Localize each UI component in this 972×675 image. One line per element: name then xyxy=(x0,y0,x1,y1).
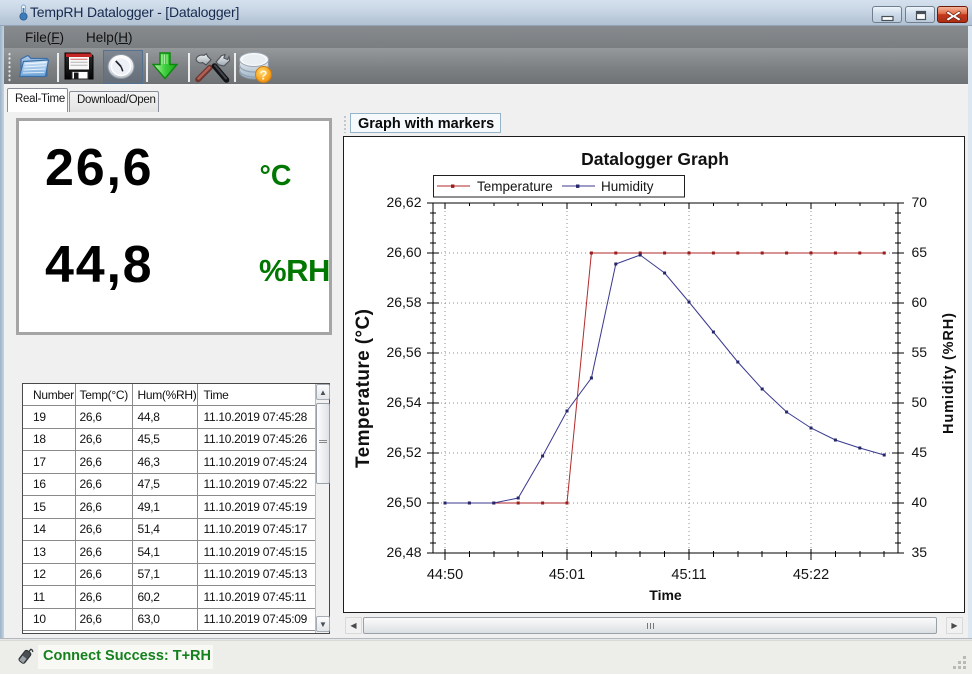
svg-text:Temperature (°C): Temperature (°C) xyxy=(353,309,374,468)
svg-text:Datalogger Graph: Datalogger Graph xyxy=(581,149,729,169)
svg-text:?: ? xyxy=(260,68,268,83)
svg-text:45:11: 45:11 xyxy=(671,567,706,583)
svg-text:45:01: 45:01 xyxy=(549,567,585,583)
svg-text:65: 65 xyxy=(912,244,928,260)
svg-text:60: 60 xyxy=(912,294,928,310)
svg-text:Humidity: Humidity xyxy=(601,179,654,194)
svg-text:45: 45 xyxy=(912,444,928,460)
svg-text:35: 35 xyxy=(912,544,928,560)
svg-text:45:22: 45:22 xyxy=(793,567,829,583)
svg-text:26,48: 26,48 xyxy=(386,544,421,560)
svg-text:50: 50 xyxy=(912,394,928,410)
svg-text:26,52: 26,52 xyxy=(386,444,421,460)
svg-text:26,62: 26,62 xyxy=(386,194,421,210)
svg-text:26,54: 26,54 xyxy=(386,394,421,410)
svg-text:Time: Time xyxy=(649,587,682,603)
svg-text:26,50: 26,50 xyxy=(386,494,421,510)
svg-text:26,60: 26,60 xyxy=(386,244,421,260)
svg-text:26,56: 26,56 xyxy=(386,344,421,360)
svg-text:55: 55 xyxy=(912,344,928,360)
svg-text:40: 40 xyxy=(912,494,928,510)
svg-text:70: 70 xyxy=(912,194,928,210)
svg-text:Humidity (%RH): Humidity (%RH) xyxy=(941,313,957,434)
svg-text:44:50: 44:50 xyxy=(427,567,463,583)
svg-text:26,58: 26,58 xyxy=(386,294,421,310)
svg-text:Temperature: Temperature xyxy=(477,179,553,194)
